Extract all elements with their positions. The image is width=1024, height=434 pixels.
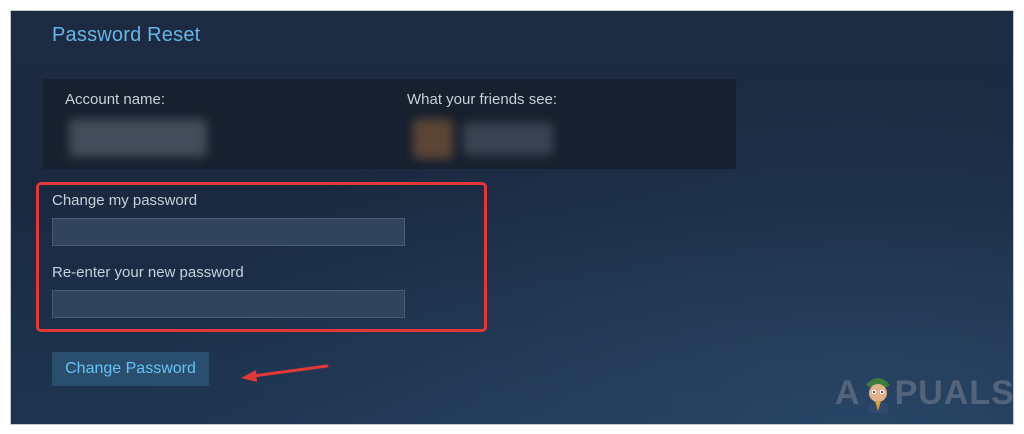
account-info-panel: Account name: What your friends see: (43, 79, 736, 169)
watermark-text-right: PUALS (894, 373, 1014, 412)
watermark-logo: A PUALS (835, 371, 1014, 415)
blurred-profile-name (463, 123, 553, 155)
account-name-label: Account name: (65, 91, 166, 108)
change-password-button[interactable]: Change Password (52, 352, 209, 386)
confirm-password-label: Re-enter your new password (52, 264, 244, 281)
password-reset-page: Password Reset Account name: What your f… (10, 10, 1014, 425)
page-title: Password Reset (52, 24, 201, 46)
new-password-input[interactable] (52, 218, 405, 246)
new-password-label: Change my password (52, 192, 198, 209)
blurred-account-name (69, 119, 207, 157)
friends-see-label: What your friends see: (407, 91, 558, 108)
blurred-avatar (413, 119, 453, 159)
arrow-annotation-icon (241, 364, 329, 382)
watermark-text-left: A (835, 373, 861, 412)
mascot-icon (865, 378, 890, 413)
confirm-password-input[interactable] (52, 290, 405, 318)
